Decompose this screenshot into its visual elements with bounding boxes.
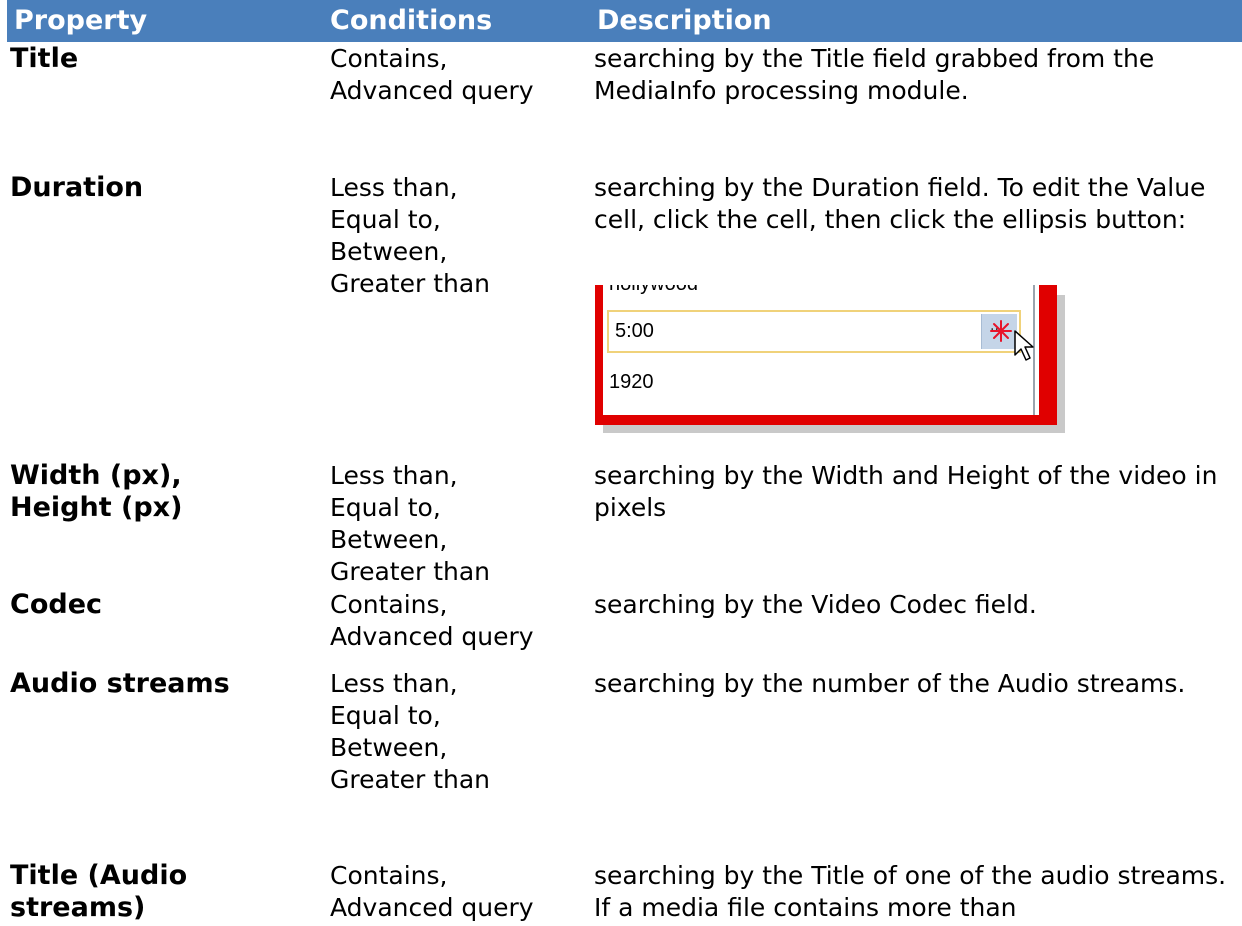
property-cell: Title (Audio streams): [10, 860, 188, 923]
value-cell-editor[interactable]: 5:00 ...: [607, 310, 1021, 353]
description-cell: searching by the number of the Audio str…: [594, 669, 1186, 698]
property-cell: Audio streams: [10, 668, 230, 699]
header-property: Property: [14, 5, 148, 36]
header-conditions: Conditions: [330, 5, 493, 36]
description-cell: searching by the Title field grabbed fro…: [594, 44, 1155, 105]
grid-row-below: 1920: [609, 371, 654, 393]
property-cell: Codec: [10, 589, 103, 620]
grid-preview: hollywood 5:00 ... 1920: [603, 285, 1039, 415]
value-cell-text: 5:00: [615, 320, 654, 342]
value-editor-screenshot: hollywood 5:00 ... 1920: [595, 285, 1067, 435]
grid-row-above: hollywood: [609, 285, 698, 296]
description-cell: searching by the Video Codec field.: [594, 590, 1037, 619]
description-cell: searching by the Width and Height of the…: [594, 461, 1218, 522]
description-cell: searching by the Duration field. To edit…: [594, 173, 1206, 234]
conditions-cell: Contains, Advanced query: [330, 590, 534, 651]
highlight-frame: hollywood 5:00 ... 1920: [595, 285, 1057, 425]
property-cell: Duration: [10, 172, 144, 203]
ellipsis-button-icon[interactable]: ...: [981, 314, 1017, 349]
property-cell: Title: [10, 43, 79, 74]
description-cell: searching by the Title of one of the aud…: [594, 861, 1227, 922]
table-header: Property Conditions Description: [7, 0, 1242, 42]
conditions-cell: Contains, Advanced query: [330, 861, 534, 922]
conditions-cell: Less than, Equal to, Between, Greater th…: [330, 173, 491, 298]
property-cell: Width (px), Height (px): [10, 460, 183, 523]
header-description: Description: [597, 5, 772, 36]
click-spark-icon: [990, 320, 1012, 342]
conditions-cell: Less than, Equal to, Between, Greater th…: [330, 461, 491, 586]
conditions-cell: Contains, Advanced query: [330, 44, 534, 105]
mouse-cursor-icon: [1014, 330, 1034, 361]
conditions-cell: Less than, Equal to, Between, Greater th…: [330, 669, 491, 794]
